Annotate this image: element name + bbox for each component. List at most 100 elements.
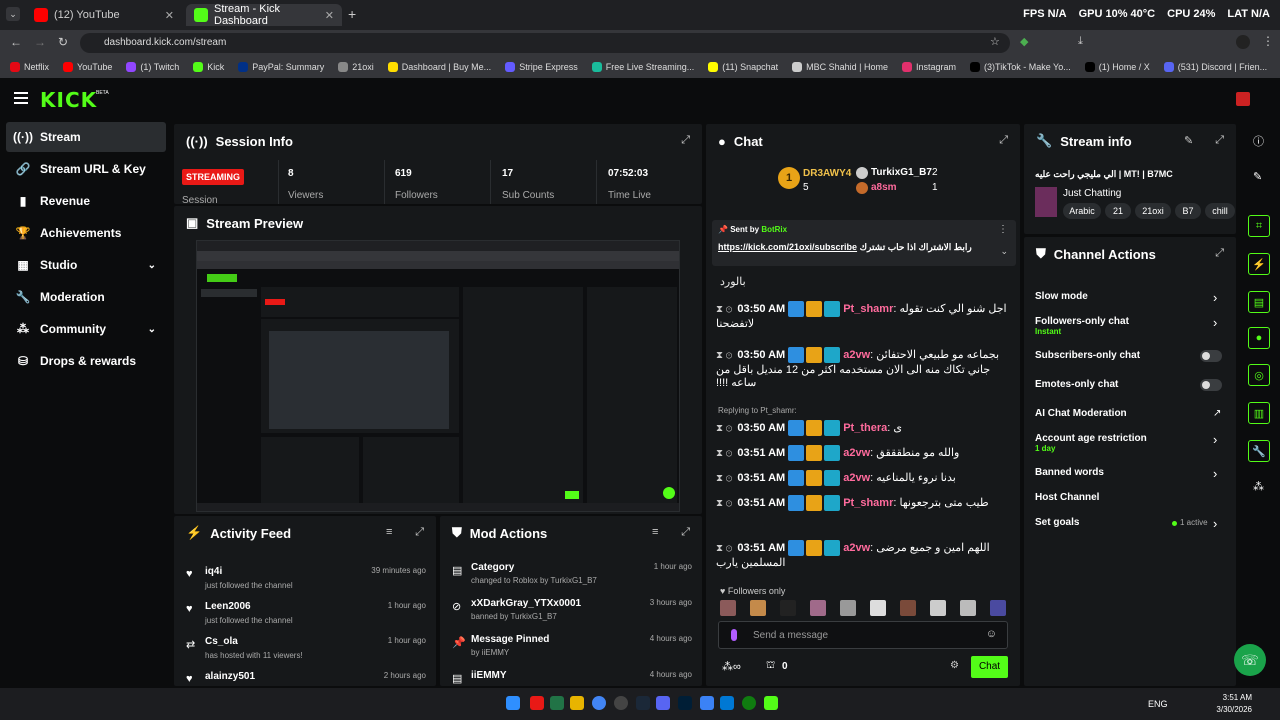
hamburger-icon[interactable] xyxy=(14,92,28,104)
edit-icon[interactable]: ✎ xyxy=(1184,134,1193,147)
folder-icon[interactable] xyxy=(570,696,584,710)
expand-icon[interactable]: ⤢ xyxy=(999,134,1008,147)
channel-action-emotes-only-chat[interactable]: Emotes-only chat xyxy=(1035,379,1118,390)
tab-youtube[interactable]: (12) YouTube ✕ xyxy=(26,4,182,26)
toggle-switch[interactable] xyxy=(1200,350,1222,362)
bookmark-item[interactable]: (531) Discord | Frien... xyxy=(1163,62,1267,72)
chat-message[interactable]: ⧗ ⊙ 03:51 AM a2vw: اللهم امين و جميع مرضى … xyxy=(716,540,1012,569)
stream-preview-video[interactable] xyxy=(196,240,680,512)
bookmark-item[interactable]: (1) Home / X xyxy=(1084,62,1150,72)
chat-message[interactable]: ⧗ ⊙ 03:51 AM Pt_shamr: طيب متى بترجعونها xyxy=(716,495,1012,511)
bookmark-item[interactable]: Stripe Express xyxy=(505,62,578,72)
channel-action-account-age-restriction[interactable]: Account age restriction 1 day xyxy=(1035,433,1147,453)
pinned-message[interactable]: 📌 Sent by BotRix https://kick.com/21oxi/… xyxy=(712,220,1016,266)
download-icon[interactable]: ⤓ xyxy=(1078,35,1083,48)
chat-username[interactable]: a2vw xyxy=(843,472,870,484)
menu-icon[interactable]: ⋮ xyxy=(1262,34,1274,48)
bookmark-item[interactable]: (3)TikTok - Make Yo... xyxy=(970,62,1071,72)
chat-icon[interactable]: ● xyxy=(1248,327,1270,349)
document-icon[interactable]: ▤ xyxy=(1248,291,1270,313)
emoji-icon[interactable]: ☺ xyxy=(986,628,997,640)
infinite-points-icon[interactable]: ⁂∞ xyxy=(722,660,741,673)
stream-tag[interactable]: 21oxi xyxy=(1135,203,1171,219)
chatter-avatar[interactable] xyxy=(840,600,856,616)
app-icon[interactable] xyxy=(530,696,544,710)
expand-icon[interactable]: ⤢ xyxy=(415,526,424,539)
lightning-icon[interactable]: ⚡ xyxy=(1248,253,1270,275)
chat-username[interactable]: Pt_thera xyxy=(843,422,887,434)
chevron-right-icon[interactable]: › xyxy=(1213,290,1217,305)
close-icon[interactable]: ✕ xyxy=(325,9,334,22)
chat-message[interactable]: ⧗ ⊙ 03:50 AM Pt_shamr: اجل شنو الي كنت تقو… xyxy=(716,301,1012,330)
broadcast-icon[interactable]: ◎ xyxy=(1248,364,1270,386)
activity-user[interactable]: alainzy501 xyxy=(205,671,255,682)
new-tab-icon[interactable]: + xyxy=(348,6,356,22)
activity-user[interactable]: Cs_ola xyxy=(205,636,238,647)
chevron-right-icon[interactable]: › xyxy=(1213,432,1217,447)
chat-message[interactable]: ⧗ ⊙ 03:50 AM Pt_thera: ى xyxy=(716,420,1012,436)
stream-tag[interactable]: Arabic xyxy=(1063,203,1101,219)
bookmark-item[interactable]: Instagram xyxy=(902,62,956,72)
mic-icon[interactable] xyxy=(731,629,737,641)
chatter-avatar[interactable] xyxy=(870,600,886,616)
top-gifter-3-name[interactable]: a8sm xyxy=(871,182,897,193)
clock-time[interactable]: 3:51 AM xyxy=(1208,693,1252,702)
activity-user[interactable]: Leen2006 xyxy=(205,601,251,612)
app-icon[interactable] xyxy=(720,696,734,710)
chevron-right-icon[interactable]: › xyxy=(1213,516,1217,531)
close-icon[interactable]: ✕ xyxy=(165,9,174,22)
clock-date[interactable]: 3/30/2026 xyxy=(1208,705,1252,714)
profile-avatar[interactable] xyxy=(1236,35,1250,49)
info-icon[interactable]: ⓘ xyxy=(1253,133,1264,149)
language-indicator[interactable]: ENG xyxy=(1148,699,1168,709)
chat-send-button[interactable]: Chat xyxy=(971,656,1008,678)
reload-icon[interactable]: ↻ xyxy=(58,35,68,49)
xbox-icon[interactable] xyxy=(742,696,756,710)
server-icon[interactable]: ▥ xyxy=(1248,402,1270,424)
chat-username[interactable]: Pt_shamr xyxy=(843,303,893,315)
expand-icon[interactable]: ⤢ xyxy=(681,526,690,539)
steam-icon[interactable] xyxy=(636,696,650,710)
chat-message[interactable]: ⧗ ⊙ 03:51 AM a2vw: بدنا نروء يالمناعيه xyxy=(716,470,1012,486)
channel-action-slow-mode[interactable]: Slow mode xyxy=(1035,291,1088,302)
chat-username[interactable]: a2vw xyxy=(843,542,870,554)
excel-icon[interactable] xyxy=(550,696,564,710)
app-icon[interactable] xyxy=(700,696,714,710)
filter-icon[interactable]: ≡ xyxy=(652,526,658,538)
shield-icon[interactable]: ◆ xyxy=(1020,35,1028,48)
channel-action-followers-only-chat[interactable]: Followers-only chat Instant xyxy=(1035,316,1129,336)
star-icon[interactable]: ☆ xyxy=(990,35,1000,48)
sidebar-item-achievements[interactable]: 🏆 Achievements xyxy=(6,218,166,248)
toggle-switch[interactable] xyxy=(1200,379,1222,391)
top-gifter-1-name[interactable]: DR3AWY4 xyxy=(803,168,851,179)
kick-icon[interactable] xyxy=(764,696,778,710)
chatter-avatar[interactable] xyxy=(990,600,1006,616)
sidebar-item-drops-rewards[interactable]: ⛁ Drops & rewards xyxy=(6,346,166,376)
support-button[interactable]: ☏ xyxy=(1234,644,1266,676)
bookmark-item[interactable]: PayPal: Summary xyxy=(238,62,324,72)
photoshop-icon[interactable] xyxy=(678,696,692,710)
windows-start-icon[interactable] xyxy=(506,696,520,710)
kick-logo[interactable]: KICK xyxy=(40,88,97,112)
pinned-link[interactable]: https://kick.com/21oxi/subscribe xyxy=(718,242,857,252)
back-icon[interactable]: ← xyxy=(10,35,22,49)
chatter-avatar[interactable] xyxy=(810,600,826,616)
bookmark-item[interactable]: Dashboard | Buy Me... xyxy=(387,62,491,72)
layout-icon[interactable]: ⌗ xyxy=(1248,215,1270,237)
chatter-avatar[interactable] xyxy=(750,600,766,616)
channel-action-ai-chat-moderation[interactable]: AI Chat Moderation xyxy=(1035,408,1127,419)
channel-action-banned-words[interactable]: Banned words xyxy=(1035,467,1104,478)
chat-username[interactable]: Pt_shamr xyxy=(843,497,893,509)
chatter-avatar[interactable] xyxy=(780,600,796,616)
stream-category[interactable]: Just Chatting xyxy=(1063,188,1121,199)
chat-username[interactable]: a2vw xyxy=(843,447,870,459)
wrench-icon[interactable]: 🔧 xyxy=(1248,440,1270,462)
edit-icon[interactable]: ✎ xyxy=(1253,170,1262,183)
expand-icon[interactable]: ⤢ xyxy=(1215,134,1224,147)
bookmark-item[interactable]: (11) Snapchat xyxy=(708,62,778,72)
sidebar-item-stream[interactable]: ((·)) Stream xyxy=(6,122,166,152)
channel-action-subscribers-only-chat[interactable]: Subscribers-only chat xyxy=(1035,350,1140,361)
activity-user[interactable]: iq4i xyxy=(205,566,222,577)
bookmark-item[interactable]: Kick xyxy=(193,62,224,72)
community-icon[interactable]: ⁂ xyxy=(1253,480,1264,493)
